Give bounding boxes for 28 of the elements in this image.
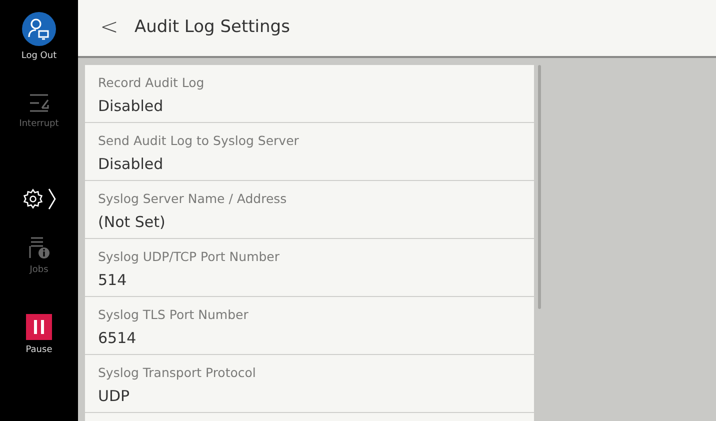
page-title: Audit Log Settings: [134, 16, 290, 40]
person-monitor-icon: [22, 12, 56, 46]
back-button[interactable]: <: [96, 17, 122, 39]
setting-value: 514: [98, 270, 128, 291]
setting-row[interactable]: Syslog TLS Port Number 6514: [85, 297, 534, 355]
setting-row[interactable]: Record Audit Log Disabled: [85, 65, 534, 123]
setting-label: Syslog TLS Port Number: [98, 306, 250, 324]
sidebar-item[interactable]: Pause: [0, 314, 78, 394]
gear-icon: [22, 188, 44, 210]
setting-value: (Not Set): [98, 212, 166, 233]
setting-row[interactable]: Syslog Transport Protocol UDP: [85, 355, 534, 413]
scrollbar-thumb[interactable]: [538, 65, 541, 309]
setting-row[interactable]: Syslog Server Name / Address (Not Set): [85, 181, 534, 239]
setting-value: Disabled: [98, 154, 164, 175]
setting-value: 6514: [98, 328, 138, 349]
sidebar-item[interactable]: Log Out: [0, 12, 78, 92]
setting-label: Syslog Server Name / Address: [98, 190, 288, 208]
setting-label: Record Audit Log: [98, 74, 206, 92]
setting-row[interactable]: Send Audit Log to Syslog Server Disabled: [85, 123, 534, 181]
setting-label: Syslog UDP/TCP Port Number: [98, 248, 281, 266]
setting-value: UDP: [98, 386, 131, 407]
setting-label: Send Audit Log to Syslog Server: [98, 132, 300, 150]
setting-value: Disabled: [98, 96, 164, 117]
interrupt-icon: [27, 92, 51, 114]
setting-row[interactable]: Syslog UDP/TCP Port Number 514: [85, 239, 534, 297]
pause-icon: [26, 314, 52, 340]
setting-label: Syslog Transport Protocol: [98, 364, 257, 382]
chevron-icon: [48, 188, 56, 210]
